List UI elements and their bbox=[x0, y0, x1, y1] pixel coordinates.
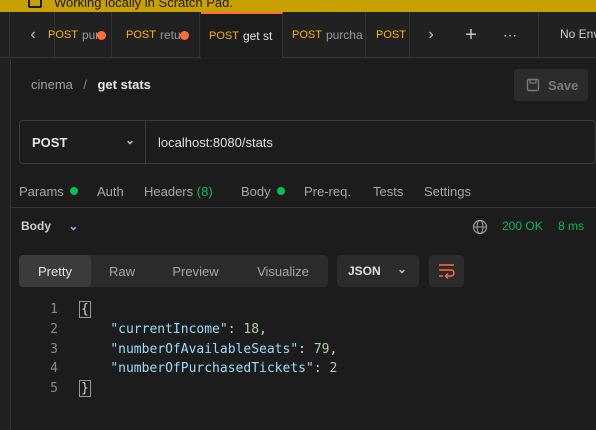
sidebar-edge bbox=[0, 59, 10, 430]
chevron-down-icon: ⌄ bbox=[396, 262, 407, 276]
scratchpad-banner: Working locally in Scratch Pad. bbox=[0, 0, 596, 12]
headers-count: (8) bbox=[196, 184, 213, 199]
tab-body-label: Body bbox=[241, 184, 271, 199]
response-view-toggle: Pretty Raw Preview Visualize bbox=[19, 255, 328, 287]
request-tab-bar: ‹ POST pur POST retu POST get st POST pu… bbox=[0, 12, 596, 58]
body-indicator-dot bbox=[276, 187, 285, 195]
tab-method: POST bbox=[48, 29, 78, 41]
response-section-label: Body bbox=[21, 219, 51, 233]
page-title: get stats bbox=[97, 77, 151, 92]
unsaved-dot bbox=[97, 31, 106, 40]
tab-method: POST bbox=[376, 29, 406, 41]
divider bbox=[10, 207, 596, 208]
info-icon bbox=[28, 0, 42, 8]
tab-prereq[interactable]: Pre-req. bbox=[304, 184, 351, 199]
tab-name: retu bbox=[159, 28, 181, 42]
unsaved-dot bbox=[180, 31, 189, 40]
tab-settings[interactable]: Settings bbox=[424, 184, 471, 199]
tab-method: POST bbox=[126, 29, 156, 41]
format-value: JSON bbox=[348, 264, 381, 278]
save-icon bbox=[526, 78, 540, 92]
tab-headers[interactable]: Headers (8) bbox=[144, 184, 213, 199]
breadcrumb-collection[interactable]: cinema bbox=[31, 77, 73, 92]
params-indicator-dot bbox=[69, 187, 78, 195]
response-time[interactable]: 8 ms bbox=[558, 219, 584, 233]
scroll-tabs-right-icon[interactable]: › bbox=[420, 24, 442, 46]
new-tab-icon[interactable]: + bbox=[460, 24, 482, 46]
chevron-down-icon: ⌄ bbox=[124, 133, 135, 147]
tab-method: POST bbox=[292, 29, 322, 41]
tab-body[interactable]: Body bbox=[241, 184, 285, 199]
request-editor bbox=[10, 59, 596, 430]
tab-name: purcha bbox=[325, 28, 363, 42]
tab-auth[interactable]: Auth bbox=[97, 184, 124, 199]
tab-request-4[interactable]: POST purcha bbox=[284, 12, 366, 58]
status-code[interactable]: 200 OK bbox=[502, 219, 543, 233]
method-value: POST bbox=[32, 134, 68, 150]
tab-method: POST bbox=[209, 30, 239, 42]
view-preview-button[interactable]: Preview bbox=[153, 255, 238, 287]
tab-request-5[interactable]: POST bbox=[368, 12, 410, 58]
chevron-down-icon: ⌄ bbox=[68, 219, 79, 233]
save-label: Save bbox=[548, 77, 579, 93]
wrap-icon bbox=[439, 264, 455, 280]
view-pretty-button[interactable]: Pretty bbox=[19, 255, 91, 287]
globe-icon[interactable] bbox=[472, 219, 488, 235]
banner-text: Working locally in Scratch Pad. bbox=[54, 0, 233, 10]
view-visualize-button[interactable]: Visualize bbox=[238, 255, 328, 287]
tab-params-label: Params bbox=[19, 184, 64, 199]
tabbar-left-edge bbox=[0, 12, 10, 58]
url-input[interactable]: localhost:8080/stats bbox=[158, 121, 273, 163]
tab-headers-label: Headers bbox=[144, 184, 194, 199]
method-select[interactable]: POST ⌄ bbox=[20, 121, 146, 163]
tab-name: get st bbox=[242, 29, 273, 43]
tab-request-3[interactable]: POST get st bbox=[201, 12, 283, 58]
view-raw-button[interactable]: Raw bbox=[91, 255, 153, 287]
save-button[interactable]: Save bbox=[514, 69, 588, 101]
format-select[interactable]: JSON ⌄ bbox=[337, 255, 419, 287]
request-url-bar: POST ⌄ localhost:8080/stats bbox=[19, 120, 596, 164]
tab-tests[interactable]: Tests bbox=[373, 184, 403, 199]
response-section-select[interactable]: Body ⌄ bbox=[21, 219, 78, 233]
breadcrumb: cinema / get stats bbox=[31, 76, 151, 94]
breadcrumb-separator: / bbox=[83, 77, 87, 92]
wrap-lines-button[interactable] bbox=[429, 255, 464, 287]
environment-selector[interactable]: No Env bbox=[560, 27, 596, 41]
tab-params[interactable]: Params bbox=[19, 184, 78, 199]
more-options-icon[interactable]: ⋯ bbox=[499, 24, 521, 46]
